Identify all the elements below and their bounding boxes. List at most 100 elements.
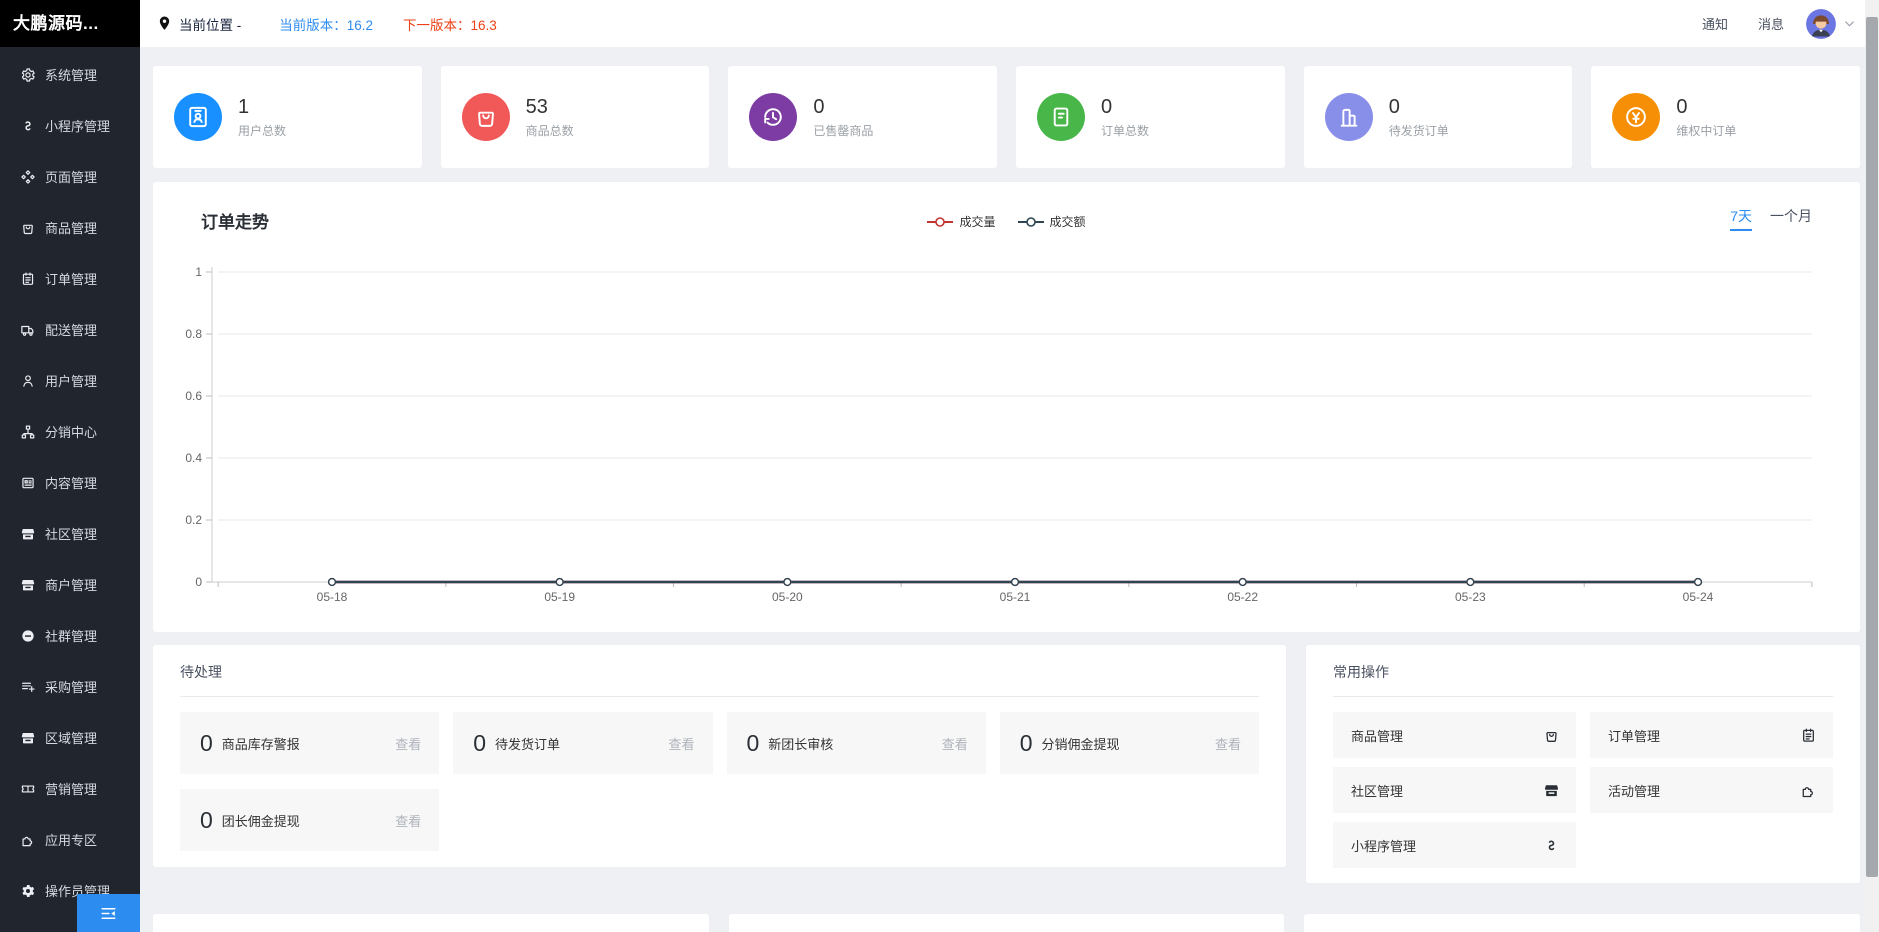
user-menu[interactable] [1806,9,1857,39]
sidebar-item[interactable]: 内容管理 [0,457,140,508]
sidebar-item[interactable]: 采购管理 [0,661,140,712]
quick-op-item[interactable]: 社区管理 [1333,767,1576,813]
stat-icon-circle [462,93,510,141]
sidebar-item[interactable]: 小程序管理 [0,100,140,151]
sidebar-item-label: 系统管理 [45,65,97,84]
divider [1333,696,1833,697]
svg-text:0.4: 0.4 [185,451,202,465]
location-pin-icon [156,15,173,32]
view-link[interactable]: 查看 [668,734,694,753]
sidebar-item-label: 采购管理 [45,677,97,696]
stat-icon-circle [1612,93,1660,141]
svg-text:0.2: 0.2 [185,513,202,527]
sidebar-item[interactable]: 商品管理 [0,202,140,253]
pending-grid: 0商品库存警报查看0待发货订单查看0新团长审核查看0分销佣金提现查看0团长佣金提… [180,712,1259,851]
sidebar-item[interactable]: 用户管理 [0,355,140,406]
main-content: 1用户总数53商品总数0已售罄商品0订单总数0待发货订单0维权中订单 订单走势 … [140,47,1879,932]
sidebar-item-label: 社区管理 [45,524,97,543]
pages-icon [20,169,36,185]
quick-ops-card: 常用操作 商品管理订单管理社区管理 活动管理小程序管理 [1306,645,1860,883]
content-icon [20,475,36,491]
svg-text:1: 1 [195,265,202,279]
clipboard-icon [1800,727,1817,744]
stat-icon-circle [749,93,797,141]
sidebar-item[interactable]: 商户管理 [0,559,140,610]
range-tab[interactable]: 一个月 [1770,208,1812,229]
sidebar-item[interactable]: 社群管理 [0,610,140,661]
chevron-down-icon [1842,16,1857,31]
pending-label: 商品库存警报 [222,734,300,753]
pending-item: 0 商品库存警报 查看 [180,712,439,774]
view-link[interactable]: 查看 [1215,734,1241,753]
quick-ops-title: 常用操作 [1306,645,1860,682]
ticket-icon [20,781,36,797]
stat-value: 0 [1101,95,1149,119]
view-link[interactable]: 查看 [395,734,421,753]
sidebar-item[interactable]: 页面管理 [0,151,140,202]
gear-icon [20,67,36,83]
org-icon [20,424,36,440]
sidebar-item[interactable]: 区域管理 [0,712,140,763]
divider [180,696,1259,697]
collapse-sidebar-button[interactable] [77,894,140,932]
sidebar-item[interactable]: 社区管理 [0,508,140,559]
quick-op-item[interactable]: 订单管理 [1590,712,1833,758]
quick-op-item[interactable]: 小程序管理 [1333,822,1576,868]
svg-text:05-20: 05-20 [772,590,803,604]
scrollbar-track[interactable] [1865,0,1879,932]
svg-text:05-24: 05-24 [1683,590,1714,604]
legend-item[interactable]: 成交额 [1018,213,1086,230]
sidebar-item-label: 商户管理 [45,575,97,594]
sidebar-item-label: 内容管理 [45,473,97,492]
stat-card: 1用户总数 [153,66,422,168]
order-trend-card: 订单走势 成交量成交额 7天一个月 00.20.40.60.8105-1805-… [153,182,1860,632]
svg-text:05-22: 05-22 [1227,590,1258,604]
legend-label: 成交量 [959,213,995,230]
quick-op-label: 活动管理 [1608,781,1660,800]
scrollbar-thumb[interactable] [1866,17,1878,877]
store-icon [20,577,36,593]
quick-op-label: 小程序管理 [1351,836,1416,855]
stat-card: 53商品总数 [441,66,710,168]
stat-card: 0 订单总数 [1016,66,1285,168]
order-trend-chart: 00.20.40.60.8105-1805-1905-2005-2105-220… [153,244,1860,616]
legend-label: 成交额 [1050,213,1086,230]
pending-label: 待发货订单 [495,734,560,753]
collapse-menu-icon [99,904,118,923]
quick-op-item[interactable]: 活动管理 [1590,767,1833,813]
next-version-value: 16.3 [471,18,497,33]
sidebar-item-label: 区域管理 [45,728,97,747]
stat-label: 订单总数 [1101,122,1149,139]
current-version-value: 16.2 [347,18,373,33]
sidebar-item[interactable]: 订单管理 [0,253,140,304]
legend-item[interactable]: 成交量 [927,213,995,230]
view-link[interactable]: 查看 [395,811,421,830]
legend-marker [927,217,953,227]
sidebar-item[interactable]: 配送管理 [0,304,140,355]
stat-label: 已售罄商品 [813,122,873,139]
svg-text:05-18: 05-18 [317,590,348,604]
sidebar-item[interactable]: 分销中心 [0,406,140,457]
sidebar-item[interactable]: 系统管理 [0,49,140,100]
clipboard-icon [20,271,36,287]
notice-link[interactable]: 通知 [1702,14,1728,33]
stat-value: 1 [238,95,286,119]
view-link[interactable]: 查看 [942,734,968,753]
range-tab[interactable]: 7天 [1730,208,1752,231]
quick-op-item[interactable]: 商品管理 [1333,712,1576,758]
chart-range-tabs: 7天一个月 [1712,206,1812,226]
sidebar-item[interactable]: 应用专区 [0,814,140,865]
sidebar-item-label: 用户管理 [45,371,97,390]
location-label: 当前位置 - [179,14,241,34]
clock-history-icon [760,104,786,130]
user-power-card: 用户购买力 [729,914,1285,932]
avatar[interactable] [1806,9,1836,39]
chart-legend: 成交量 成交额 [153,213,1860,230]
pending-card: 待处理 0商品库存警报查看0待发货订单查看0新团长审核查看0分销佣金提现查看0团… [153,645,1286,867]
stat-icon-circle [1325,93,1373,141]
messages-link[interactable]: 消息 [1758,14,1784,33]
sidebar-item[interactable]: 营销管理 [0,763,140,814]
bag-icon [1543,727,1560,744]
sidebar-item-label: 小程序管理 [45,116,110,135]
pending-count: 0 [200,730,213,757]
